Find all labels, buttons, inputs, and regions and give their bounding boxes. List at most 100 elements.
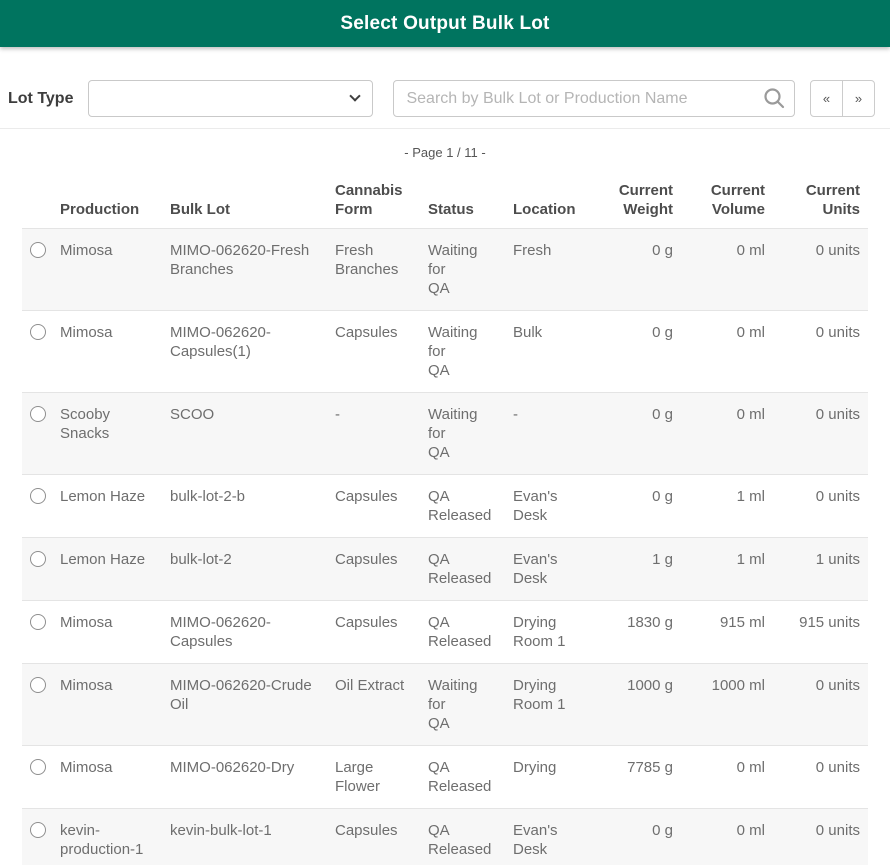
column-header-production: Production [60, 201, 140, 218]
radio-cell [22, 664, 60, 745]
cannabis-form-cell: Fresh Branches [335, 242, 399, 278]
page-indicator: - Page 1 / 11 - [404, 145, 486, 160]
bulk-lot-table: Production Bulk Lot Cannabis Form Status… [22, 160, 868, 865]
column-header-current-volume: Current Volume [710, 182, 765, 218]
table-row[interactable]: Lemon Haze bulk-lot-2 Capsules QA Releas… [22, 537, 868, 600]
table-header-row: Production Bulk Lot Cannabis Form Status… [22, 160, 868, 228]
table-row[interactable]: Mimosa MIMO-062620-Fresh Branches Fresh … [22, 228, 868, 310]
production-cell: Mimosa [60, 242, 113, 259]
current-weight-cell: 0 g [652, 324, 673, 341]
bulk-lot-cell: MIMO-062620- Capsules [170, 614, 271, 650]
column-header-status: Status [428, 201, 474, 218]
current-weight-cell: 0 g [652, 406, 673, 423]
table-body: Mimosa MIMO-062620-Fresh Branches Fresh … [22, 228, 868, 865]
current-weight-cell: 0 g [652, 242, 673, 259]
cannabis-form-cell: Oil Extract [335, 677, 405, 694]
current-units-cell: 915 units [799, 614, 860, 631]
table-row[interactable]: Mimosa MIMO-062620- Capsules Capsules QA… [22, 600, 868, 663]
production-cell: Mimosa [60, 759, 113, 776]
bulk-lot-cell: MIMO-062620-Dry [170, 759, 295, 776]
current-volume-cell: 0 ml [736, 242, 765, 259]
table-row[interactable]: Lemon Haze bulk-lot-2-b Capsules QA Rele… [22, 474, 868, 537]
current-volume-cell: 0 ml [736, 759, 765, 776]
current-weight-cell: 1000 g [627, 677, 673, 694]
bulk-lot-cell: kevin-bulk-lot-1 [170, 822, 272, 839]
location-cell: Evan's Desk [513, 488, 558, 524]
row-radio-button[interactable] [30, 242, 46, 258]
table-row[interactable]: Mimosa MIMO-062620- Capsules(1) Capsules… [22, 310, 868, 392]
row-radio-button[interactable] [30, 488, 46, 504]
current-volume-cell: 1 ml [736, 551, 765, 568]
cannabis-form-cell: Capsules [335, 324, 398, 341]
status-cell: QA Released [428, 614, 492, 650]
cannabis-form-cell: Capsules [335, 614, 398, 631]
row-radio-button[interactable] [30, 759, 46, 775]
cannabis-form-cell: Capsules [335, 551, 398, 568]
production-cell: Scooby Snacks [60, 406, 111, 442]
production-cell: Lemon Haze [60, 488, 146, 505]
current-volume-cell: 1 ml [736, 488, 765, 505]
current-weight-cell: 7785 g [627, 759, 673, 776]
table-row[interactable]: kevin- production-1 kevin-bulk-lot-1 Cap… [22, 808, 868, 865]
bulk-lot-cell: MIMO-062620-Fresh Branches [170, 242, 310, 278]
current-units-cell: 1 units [815, 551, 860, 568]
radio-cell [22, 475, 60, 537]
column-header-current-weight: Current Weight [618, 182, 673, 218]
radio-cell [22, 393, 60, 474]
radio-cell [22, 809, 60, 865]
filter-divider [0, 128, 890, 129]
row-radio-button[interactable] [30, 551, 46, 567]
search-input[interactable] [393, 80, 796, 117]
cannabis-form-cell: Capsules [335, 822, 398, 839]
production-cell: Mimosa [60, 324, 113, 341]
status-cell: Waiting for QA [428, 406, 478, 461]
radio-cell [22, 746, 60, 808]
cannabis-form-cell: Large Flower [335, 759, 381, 795]
row-radio-button[interactable] [30, 324, 46, 340]
row-radio-button[interactable] [30, 406, 46, 422]
radio-cell [22, 229, 60, 310]
current-units-cell: 0 units [815, 324, 860, 341]
column-header-location: Location [513, 201, 576, 218]
table-row[interactable]: Mimosa MIMO-062620-Dry Large Flower QA R… [22, 745, 868, 808]
status-cell: QA Released [428, 551, 492, 587]
location-cell: Evan's Desk [513, 551, 558, 587]
table-row[interactable]: Scooby Snacks SCOO - Waiting for QA - 0 … [22, 392, 868, 474]
current-units-cell: 0 units [815, 488, 860, 505]
production-cell: Mimosa [60, 677, 113, 694]
bulk-lot-cell: MIMO-062620-Crude Oil [170, 677, 312, 713]
cannabis-form-cell: - [335, 406, 340, 423]
row-radio-button[interactable] [30, 822, 46, 838]
bulk-lot-cell: SCOO [170, 406, 215, 423]
bulk-lot-cell: MIMO-062620- Capsules(1) [170, 324, 271, 360]
production-cell: Lemon Haze [60, 551, 146, 568]
filter-row: Lot Type « » [8, 80, 875, 117]
location-cell: Drying Room 1 [513, 614, 566, 650]
lot-type-select-wrap [88, 80, 374, 117]
location-cell: Fresh [513, 242, 552, 259]
table-row[interactable]: Mimosa MIMO-062620-Crude Oil Oil Extract… [22, 663, 868, 745]
status-cell: Waiting for QA [428, 242, 478, 297]
current-units-cell: 0 units [815, 242, 860, 259]
lot-type-label: Lot Type [8, 89, 74, 107]
current-weight-cell: 1830 g [627, 614, 673, 631]
modal-title: Select Output Bulk Lot [340, 12, 550, 34]
current-weight-cell: 0 g [652, 488, 673, 505]
modal-header: Select Output Bulk Lot [0, 0, 890, 47]
status-cell: Waiting for QA [428, 324, 478, 379]
row-radio-button[interactable] [30, 677, 46, 693]
row-radio-button[interactable] [30, 614, 46, 630]
location-cell: - [513, 406, 518, 423]
location-cell: Evan's Desk [513, 822, 558, 858]
radio-cell [22, 601, 60, 663]
location-cell: Drying [513, 759, 557, 776]
current-units-cell: 0 units [815, 677, 860, 694]
prev-page-button[interactable]: « [810, 80, 843, 117]
pager: « » [810, 80, 875, 117]
status-cell: Waiting for QA [428, 677, 478, 732]
current-volume-cell: 0 ml [736, 822, 765, 839]
status-cell: QA Released [428, 759, 492, 795]
lot-type-select[interactable] [88, 80, 374, 117]
production-cell: kevin- production-1 [60, 822, 144, 858]
next-page-button[interactable]: » [842, 80, 875, 117]
